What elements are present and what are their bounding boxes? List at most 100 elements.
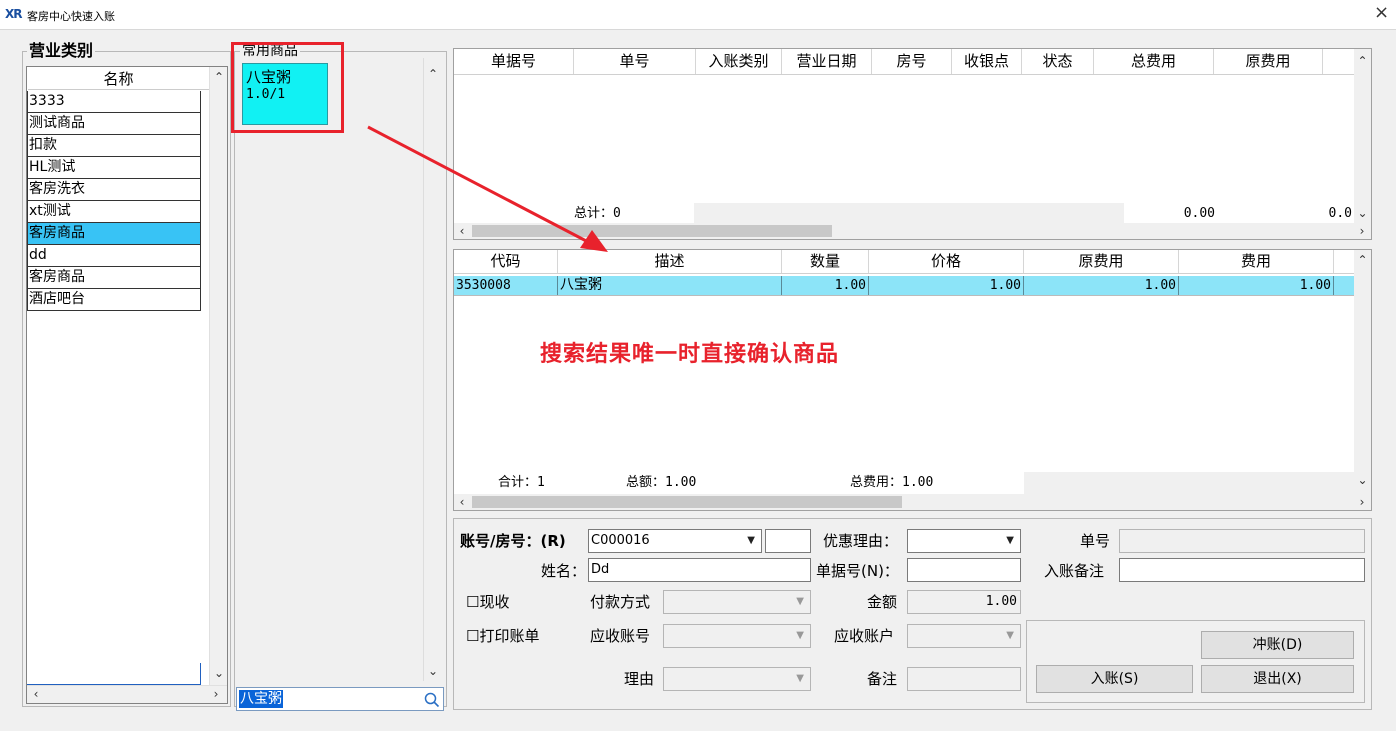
items-column-header[interactable]: 费用 bbox=[1179, 250, 1334, 273]
reverse-button[interactable]: 冲账(D) bbox=[1201, 631, 1354, 659]
category-item[interactable]: HL测试 bbox=[27, 157, 201, 179]
scroll-thumb[interactable] bbox=[472, 496, 902, 508]
scroll-up-icon[interactable]: ⌃ bbox=[424, 66, 442, 82]
account-value: C000016 bbox=[591, 533, 650, 548]
chevron-down-icon[interactable]: ▼ bbox=[796, 625, 804, 647]
category-item[interactable]: 扣款 bbox=[27, 135, 201, 157]
items-column-header[interactable]: 价格 bbox=[869, 250, 1024, 273]
scroll-down-icon[interactable]: ⌄ bbox=[424, 663, 442, 679]
scroll-right-icon[interactable]: › bbox=[209, 686, 223, 702]
scroll-up-icon[interactable]: ⌃ bbox=[210, 69, 228, 85]
payment-combo[interactable]: ▼ bbox=[663, 590, 811, 614]
bills-column-header[interactable]: 原费用 bbox=[1214, 49, 1323, 74]
reason-label: 理由 bbox=[624, 670, 655, 688]
scroll-right-icon[interactable]: › bbox=[1356, 223, 1368, 239]
bills-column-header[interactable]: 房号 bbox=[872, 49, 952, 74]
amount-field[interactable]: 1.00 bbox=[907, 590, 1021, 614]
bills-column-header[interactable]: 营业日期 bbox=[782, 49, 872, 74]
products-area: 八宝粥 1.0/1 bbox=[237, 58, 422, 681]
voucher-field[interactable] bbox=[907, 558, 1021, 582]
scroll-right-icon[interactable]: › bbox=[1356, 494, 1368, 510]
items-vscrollbar[interactable]: ⌃ ⌄ bbox=[1354, 250, 1371, 494]
chevron-down-icon[interactable]: ▼ bbox=[796, 591, 804, 613]
bills-column-header[interactable]: 单号 bbox=[574, 49, 696, 74]
products-vscrollbar[interactable]: ⌃ ⌄ bbox=[423, 58, 441, 681]
table-cell: 八宝粥 bbox=[558, 276, 782, 295]
account-extra-field[interactable] bbox=[765, 529, 811, 553]
category-item[interactable]: 客房商品 bbox=[27, 223, 201, 245]
items-column-header[interactable]: 数量 bbox=[782, 250, 869, 273]
bills-column-header[interactable]: 总费用 bbox=[1094, 49, 1214, 74]
reason-combo[interactable]: ▼ bbox=[663, 667, 811, 691]
bills-column-header[interactable]: 状态 bbox=[1022, 49, 1094, 74]
note-field[interactable] bbox=[907, 667, 1021, 691]
account-label: 账号/房号：(R) bbox=[460, 532, 566, 550]
scroll-left-icon[interactable]: ‹ bbox=[29, 686, 43, 702]
post-button[interactable]: 入账(S) bbox=[1036, 665, 1193, 693]
bills-column-header[interactable]: 入账类别 bbox=[696, 49, 782, 74]
exit-button[interactable]: 退出(X) bbox=[1201, 665, 1354, 693]
items-column-header[interactable]: 描述 bbox=[558, 250, 782, 273]
category-item[interactable]: 客房商品 bbox=[27, 267, 201, 289]
table-cell: 1.00 bbox=[1024, 276, 1179, 295]
checkbox-icon[interactable]: ☐ bbox=[466, 627, 479, 645]
print-checkbox[interactable]: ☐打印账单 bbox=[466, 626, 539, 646]
table-row[interactable]: 3530008 八宝粥 1.00 1.00 1.00 1.00 bbox=[454, 276, 1354, 296]
bills-hscrollbar[interactable]: ‹ › bbox=[454, 223, 1371, 239]
search-icon[interactable] bbox=[424, 692, 440, 708]
cash-checkbox[interactable]: ☐现收 bbox=[466, 592, 509, 612]
category-edit-row[interactable] bbox=[27, 663, 201, 685]
close-icon[interactable]: × bbox=[1374, 2, 1389, 23]
items-column-header[interactable]: 代码 bbox=[454, 250, 558, 273]
remark-field[interactable] bbox=[1119, 558, 1365, 582]
category-list[interactable]: 名称 3333 测试商品 扣款 HL测试 客房洗衣 xt测试 客房商品 dd 客房商品 酒店吧台 … bbox=[26, 66, 228, 704]
search-input[interactable]: 八宝粥 bbox=[239, 690, 283, 708]
bills-column-header[interactable]: 收银点 bbox=[952, 49, 1022, 74]
items-column-header[interactable]: 原费用 bbox=[1024, 250, 1179, 273]
scroll-thumb[interactable] bbox=[472, 225, 832, 237]
order-field[interactable] bbox=[1119, 529, 1365, 553]
discount-combo[interactable]: ▼ bbox=[907, 529, 1021, 553]
category-column-header[interactable]: 名称 bbox=[28, 68, 209, 90]
bills-table[interactable]: 单据号 单号 入账类别 营业日期 房号 收银点 状态 总费用 原费用 总计：0 0.00 0.0… bbox=[453, 48, 1372, 240]
scroll-down-icon[interactable]: ⌄ bbox=[1354, 472, 1371, 488]
name-value: Dd bbox=[591, 562, 610, 577]
items-footer: 合计：1 总额：1.00 总费用：1.00 bbox=[454, 472, 1024, 494]
category-vscrollbar[interactable]: ⌃ ⌄ bbox=[209, 67, 227, 685]
items-header: 代码 描述 数量 价格 原费用 费用 bbox=[454, 250, 1354, 274]
ar-account-combo[interactable]: ▼ bbox=[663, 624, 811, 648]
chevron-down-icon[interactable]: ▼ bbox=[1006, 530, 1014, 552]
chevron-down-icon[interactable]: ▼ bbox=[1006, 625, 1014, 647]
category-item[interactable]: dd bbox=[27, 245, 201, 267]
table-cell: 1.00 bbox=[782, 276, 869, 295]
ar-user-combo[interactable]: ▼ bbox=[907, 624, 1021, 648]
print-label: 打印账单 bbox=[479, 627, 540, 645]
category-item[interactable]: 测试商品 bbox=[27, 113, 201, 135]
category-item[interactable]: xt测试 bbox=[27, 201, 201, 223]
bills-column-header[interactable]: 单据号 bbox=[454, 49, 574, 74]
scroll-down-icon[interactable]: ⌄ bbox=[210, 665, 228, 681]
checkbox-icon[interactable]: ☐ bbox=[466, 593, 479, 611]
remark-label: 入账备注 bbox=[1044, 562, 1105, 580]
product-search-box[interactable]: 八宝粥 bbox=[236, 687, 444, 711]
table-cell: 1.00 bbox=[1179, 276, 1334, 295]
ar-account-label: 应收账号 bbox=[590, 627, 651, 645]
window-title: 客房中心快速入账 bbox=[27, 10, 115, 23]
bills-footer-pad bbox=[454, 203, 694, 225]
scroll-down-icon[interactable]: ⌄ bbox=[1354, 205, 1371, 221]
bills-vscrollbar[interactable]: ⌃ ⌄ bbox=[1354, 49, 1371, 223]
chevron-down-icon[interactable]: ▼ bbox=[796, 668, 804, 690]
category-item[interactable]: 酒店吧台 bbox=[27, 289, 201, 311]
category-item[interactable]: 客房洗衣 bbox=[27, 179, 201, 201]
scroll-up-icon[interactable]: ⌃ bbox=[1354, 252, 1371, 268]
scroll-left-icon[interactable]: ‹ bbox=[456, 494, 468, 510]
scroll-up-icon[interactable]: ⌃ bbox=[1354, 53, 1371, 69]
category-item[interactable]: 3333 bbox=[27, 91, 201, 113]
scroll-left-icon[interactable]: ‹ bbox=[456, 223, 468, 239]
items-table[interactable]: 代码 描述 数量 价格 原费用 费用 3530008 八宝粥 1.00 1.00 1.00 1.00… bbox=[453, 249, 1372, 511]
account-combo[interactable]: C000016 ▼ bbox=[588, 529, 762, 553]
items-hscrollbar[interactable]: ‹ › bbox=[454, 494, 1371, 510]
name-field[interactable]: Dd bbox=[588, 558, 811, 582]
chevron-down-icon[interactable]: ▼ bbox=[747, 530, 755, 552]
category-hscrollbar[interactable]: ‹ › bbox=[27, 685, 227, 703]
